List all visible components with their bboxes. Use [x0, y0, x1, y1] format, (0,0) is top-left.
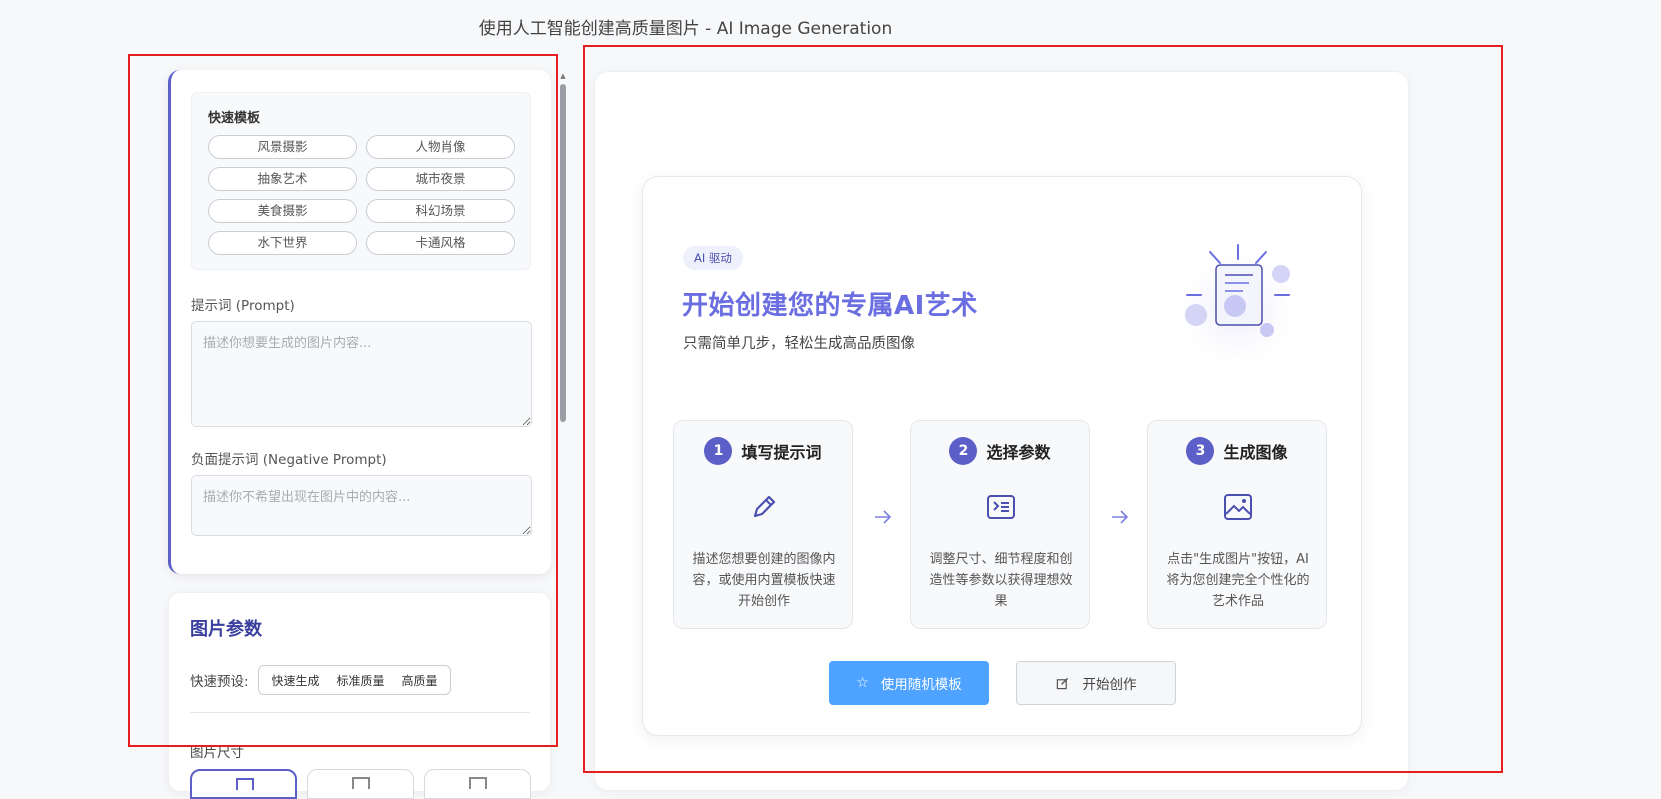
step-card-2: 2 选择参数 调整尺寸、细节程度和创造性等参数以获得理想效果 — [910, 420, 1090, 629]
image-icon — [1224, 494, 1252, 520]
left-panel: 快速模板 风景摄影 人物肖像 抽象艺术 城市夜景 美食摄影 科幻场景 水下世界 … — [168, 70, 553, 799]
welcome-title: 开始创建您的专属AI艺术 — [682, 291, 978, 321]
start-creating-label: 开始创作 — [1082, 677, 1137, 693]
star-icon: ☆ — [856, 675, 869, 691]
arrow-right-icon — [1112, 510, 1129, 524]
result-panel: AI 驱动 开始创建您的专属AI艺术 只需简单几步，轻松生成高品质图像 1 填写… — [594, 71, 1409, 791]
ai-document-illustration-icon — [1170, 241, 1306, 377]
params-card: 图片参数 快速预设: 快速生成 标准质量 高质量 图片尺寸 — [168, 592, 551, 799]
step-card-1: 1 填写提示词 描述您想要创建的图像内容，或使用内置模板快速开始创作 — [673, 420, 853, 629]
quick-templates: 快速模板 风景摄影 人物肖像 抽象艺术 城市夜景 美食摄影 科幻场景 水下世界 … — [191, 92, 531, 270]
arrow-right-icon — [875, 510, 892, 524]
template-button[interactable]: 卡通风格 — [366, 231, 515, 255]
pencil-icon — [753, 495, 776, 518]
template-button[interactable]: 风景摄影 — [208, 135, 357, 159]
page-title: 使用人工智能创建高质量图片 - AI Image Generation — [478, 19, 893, 39]
params-title: 图片参数 — [190, 619, 262, 640]
random-template-button[interactable]: ☆ 使用随机模板 — [829, 661, 989, 705]
step-number: 3 — [1186, 437, 1215, 465]
step-number: 1 — [704, 437, 733, 465]
template-button[interactable]: 水下世界 — [208, 231, 357, 255]
left-scrollbar[interactable]: ▲ — [559, 72, 567, 779]
size-option-square[interactable] — [190, 769, 297, 799]
preset-fast-button[interactable]: 快速生成 — [271, 672, 319, 689]
step-title: 选择参数 — [986, 443, 1051, 462]
preset-standard-button[interactable]: 标准质量 — [336, 672, 384, 689]
step-title: 填写提示词 — [741, 443, 822, 462]
preset-label: 快速预设: — [190, 674, 249, 690]
edit-icon — [1056, 677, 1068, 689]
prompt-card: 快速模板 风景摄影 人物肖像 抽象艺术 城市夜景 美食摄影 科幻场景 水下世界 … — [168, 70, 551, 574]
ai-badge: AI 驱动 — [683, 246, 743, 270]
size-label: 图片尺寸 — [190, 745, 244, 761]
prompt-input[interactable] — [191, 321, 532, 427]
size-option-portrait[interactable] — [424, 769, 531, 799]
random-template-label: 使用随机模板 — [880, 677, 962, 693]
negative-prompt-input[interactable] — [191, 475, 532, 536]
welcome-card: AI 驱动 开始创建您的专属AI艺术 只需简单几步，轻松生成高品质图像 1 填写… — [642, 176, 1362, 736]
template-button[interactable]: 城市夜景 — [366, 167, 515, 191]
template-button[interactable]: 抽象艺术 — [208, 167, 357, 191]
step-number: 2 — [949, 437, 978, 465]
negative-prompt-label: 负面提示词 (Negative Prompt) — [191, 452, 387, 468]
terminal-icon — [987, 495, 1015, 519]
square-size-icon — [236, 778, 254, 790]
step-description: 点击"生成图片"按钮，AI将为您创建完全个性化的艺术作品 — [1166, 552, 1310, 609]
size-option-landscape[interactable] — [307, 769, 414, 799]
preset-group: 快速生成 标准质量 高质量 — [258, 665, 451, 695]
step-title: 生成图像 — [1223, 443, 1288, 462]
prompt-label: 提示词 (Prompt) — [191, 298, 295, 314]
scroll-thumb[interactable] — [560, 84, 566, 422]
template-button[interactable]: 美食摄影 — [208, 199, 357, 223]
step-description: 描述您想要创建的图像内容，或使用内置模板快速开始创作 — [692, 552, 836, 609]
divider — [190, 712, 530, 713]
step-description: 调整尺寸、细节程度和创造性等参数以获得理想效果 — [929, 552, 1073, 609]
welcome-subtitle: 只需简单几步，轻松生成高品质图像 — [683, 336, 915, 352]
scroll-up-icon[interactable]: ▲ — [559, 72, 567, 80]
step-card-3: 3 生成图像 点击"生成图片"按钮，AI将为您创建完全个性化的艺术作品 — [1147, 420, 1327, 629]
preset-high-button[interactable]: 高质量 — [401, 672, 437, 689]
template-button[interactable]: 科幻场景 — [366, 199, 515, 223]
template-button[interactable]: 人物肖像 — [366, 135, 515, 159]
templates-title: 快速模板 — [208, 111, 261, 126]
start-creating-button[interactable]: 开始创作 — [1016, 661, 1176, 705]
